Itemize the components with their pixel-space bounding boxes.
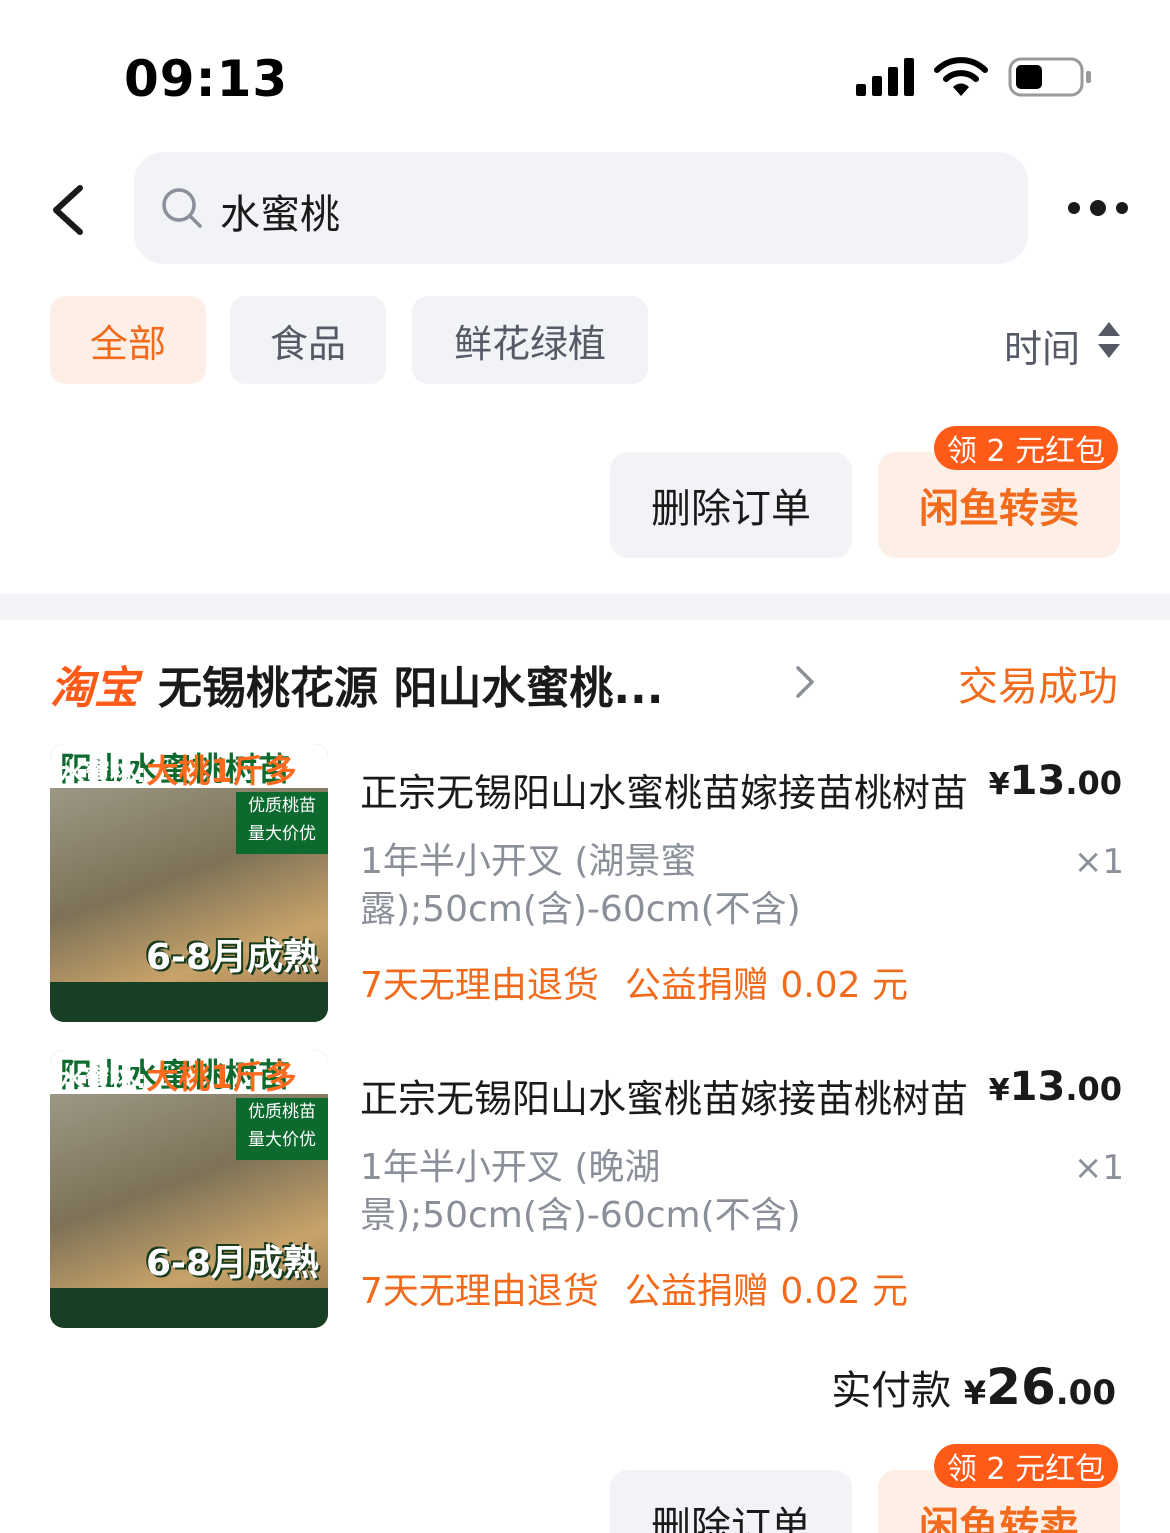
delete-order-button[interactable]: 删除订单 [610, 452, 852, 558]
filter-chip-all[interactable]: 全部 [50, 296, 206, 384]
shop-name[interactable]: 无锡桃花源 阳山水蜜桃... [158, 652, 738, 716]
sort-arrows-icon[interactable] [1094, 318, 1124, 362]
return-policy-tag: 7天无理由退货 [360, 1271, 599, 1312]
item-tags: 7天无理由退货 公益捐赠 0.02 元 [360, 1262, 908, 1314]
coupon-badge: 领 2 元红包 [934, 1444, 1118, 1488]
thumbnail-footer: 水蜜桃:大桃1斤多 [58, 752, 297, 790]
item-title: 正宗无锡阳山水蜜桃苗嫁接苗桃树苗 [360, 771, 969, 815]
item-quantity: ×1 [1073, 1148, 1124, 1188]
previous-order-actions: 删除订单 闲鱼转卖 领 2 元红包 [0, 426, 1170, 560]
thumbnail-badge: 优质桃苗 量大价优 [236, 792, 328, 854]
filter-row: 全部 食品 鲜花绿植 时间 [0, 296, 1170, 386]
chevron-right-icon[interactable] [792, 662, 818, 702]
item-tags: 7天无理由退货 公益捐赠 0.02 元 [360, 956, 908, 1008]
search-input[interactable]: 水蜜桃 [134, 152, 1028, 264]
order-header: 淘宝 无锡桃花源 阳山水蜜桃... 交易成功 [0, 640, 1170, 720]
order-item[interactable]: 阳山水蜜桃树苗 优质桃苗 量大价优 6-8月成熟 水蜜桃:大桃1斤多 正宗无锡阳… [0, 1048, 1170, 1338]
more-icon[interactable] [1062, 188, 1134, 228]
item-title: 正宗无锡阳山水蜜桃苗嫁接苗桃树苗 [360, 1077, 969, 1121]
delete-order-button[interactable]: 删除订单 [610, 1470, 852, 1533]
charity-tag: 公益捐赠 0.02 元 [624, 965, 908, 1006]
coupon-badge: 领 2 元红包 [934, 426, 1118, 470]
thumbnail-ripe-text: 6-8月成熟 [146, 937, 320, 978]
battery-icon [1008, 57, 1091, 97]
order-status: 交易成功 [958, 664, 1118, 710]
return-policy-tag: 7天无理由退货 [360, 965, 599, 1006]
product-thumbnail: 阳山水蜜桃树苗 优质桃苗 量大价优 6-8月成熟 水蜜桃:大桃1斤多 [50, 744, 328, 1022]
item-quantity: ×1 [1073, 842, 1124, 882]
item-spec: 1年半小开叉 (晚湖景);50cm(含)-60cm(不含) [360, 1147, 801, 1236]
thumbnail-ripe-text: 6-8月成熟 [146, 1243, 320, 1284]
sort-by-time[interactable]: 时间 [1004, 318, 1080, 373]
filter-chip-flowers-plants[interactable]: 鲜花绿植 [412, 296, 648, 384]
order-total: 实付款 ¥26.00 [831, 1358, 1116, 1416]
back-icon[interactable] [44, 180, 92, 240]
search-icon [162, 188, 202, 228]
item-spec: 1年半小开叉 (湖景蜜露);50cm(含)-60cm(不含) [360, 841, 801, 930]
taobao-logo: 淘宝 [50, 663, 138, 714]
product-thumbnail: 阳山水蜜桃树苗 优质桃苗 量大价优 6-8月成熟 水蜜桃:大桃1斤多 [50, 1050, 328, 1328]
thumbnail-badge: 优质桃苗 量大价优 [236, 1098, 328, 1160]
section-divider [0, 594, 1170, 620]
search-query: 水蜜桃 [220, 192, 340, 238]
search-row: 水蜜桃 [0, 152, 1170, 266]
status-bar: 09:13 [0, 0, 1170, 140]
item-price: ¥13.00 [988, 758, 1122, 804]
cellular-signal-icon [856, 58, 914, 96]
filter-chip-food[interactable]: 食品 [230, 296, 386, 384]
order-actions: 删除订单 闲鱼转卖 领 2 元红包 [0, 1444, 1170, 1533]
item-price: ¥13.00 [988, 1064, 1122, 1110]
order-item[interactable]: 阳山水蜜桃树苗 优质桃苗 量大价优 6-8月成熟 水蜜桃:大桃1斤多 正宗无锡阳… [0, 742, 1170, 1032]
charity-tag: 公益捐赠 0.02 元 [624, 1271, 908, 1312]
wifi-icon [934, 57, 988, 96]
thumbnail-footer: 水蜜桃:大桃1斤多 [58, 1058, 297, 1096]
status-time: 09:13 [124, 50, 289, 108]
